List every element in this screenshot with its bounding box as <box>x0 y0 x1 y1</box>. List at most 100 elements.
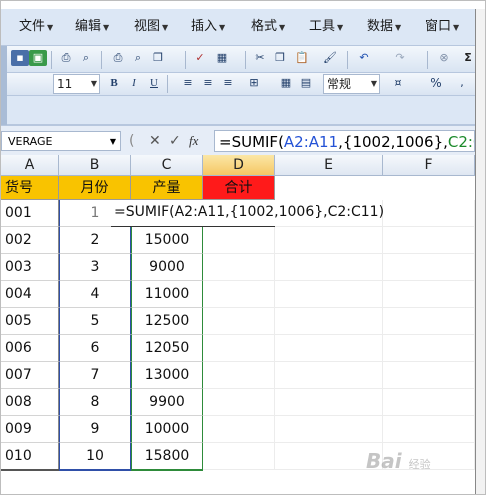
print-preview-icon[interactable]: ⎙ <box>57 50 75 66</box>
italic-button[interactable]: I <box>125 75 143 91</box>
hyperlink-icon[interactable]: ⊗ <box>435 50 453 66</box>
align-right-icon[interactable]: ≡ <box>219 75 237 91</box>
border-icon[interactable]: ▦ <box>277 75 295 91</box>
number-format-combo[interactable]: 常规 ▼ <box>323 74 380 94</box>
cell-e[interactable] <box>275 335 383 362</box>
cell-f[interactable] <box>383 227 475 254</box>
cell-f[interactable] <box>383 335 475 362</box>
cell-total[interactable] <box>203 362 275 389</box>
cell-f[interactable] <box>383 200 475 227</box>
permission-icon[interactable]: ▣ <box>29 50 47 66</box>
cell-e[interactable] <box>275 362 383 389</box>
undo-icon[interactable]: ↶ <box>355 50 373 66</box>
column-header-d[interactable]: D <box>203 155 275 176</box>
cell-month[interactable]: 5 <box>59 308 131 335</box>
cell-output[interactable]: 15800 <box>131 443 203 470</box>
insert-function-button[interactable]: fx <box>189 132 198 150</box>
cell-item-no[interactable]: 007 <box>1 362 59 389</box>
header-cell-total[interactable]: 合计 <box>203 176 275 200</box>
cell-f[interactable] <box>383 254 475 281</box>
copy-icon[interactable]: ❐ <box>149 50 167 66</box>
cell-total[interactable] <box>203 281 275 308</box>
cell-month[interactable]: 6 <box>59 335 131 362</box>
cell-month[interactable]: 3 <box>59 254 131 281</box>
align-left-icon[interactable]: ≡ <box>179 75 197 91</box>
cell-e[interactable] <box>275 254 383 281</box>
cell-output[interactable]: 13000 <box>131 362 203 389</box>
cell-total[interactable] <box>203 254 275 281</box>
research-icon[interactable]: ⌕ <box>77 50 95 66</box>
cell-f[interactable] <box>383 389 475 416</box>
cell-item-no[interactable]: 009 <box>1 416 59 443</box>
cell-output[interactable]: 12050 <box>131 335 203 362</box>
cell-output[interactable]: 15000 <box>131 227 203 254</box>
cell-output[interactable]: 11000 <box>131 281 203 308</box>
column-header-b[interactable]: B <box>59 155 131 176</box>
column-header-e[interactable]: E <box>275 155 383 176</box>
preview-icon[interactable]: ⌕ <box>129 50 147 66</box>
research-book-icon[interactable]: ▦ <box>213 50 231 66</box>
paste-icon[interactable]: 📋 <box>293 50 311 66</box>
font-size-combo[interactable]: 11 ▼ <box>53 74 100 94</box>
cell-item-no[interactable]: 002 <box>1 227 59 254</box>
cell-f[interactable] <box>383 362 475 389</box>
column-header-c[interactable]: C <box>131 155 203 176</box>
fill-icon[interactable]: ▤ <box>297 75 315 91</box>
cell-output[interactable]: 9000 <box>131 254 203 281</box>
enter-icon[interactable]: ✓ <box>169 132 181 150</box>
align-center-icon[interactable]: ≡ <box>199 75 217 91</box>
cell-month[interactable]: 4 <box>59 281 131 308</box>
cell-item-no[interactable]: 006 <box>1 335 59 362</box>
cell-item-no[interactable]: 001 <box>1 200 59 227</box>
cell-f[interactable] <box>383 281 475 308</box>
cell-e[interactable] <box>275 308 383 335</box>
cell-total[interactable] <box>203 416 275 443</box>
save-icon[interactable]: ▪ <box>11 50 29 66</box>
cell-total[interactable] <box>203 308 275 335</box>
format-painter-icon[interactable]: 🖌 <box>321 50 339 66</box>
cut-icon[interactable]: ✂ <box>251 50 269 66</box>
cancel-icon[interactable]: ✕ <box>149 132 161 150</box>
cell-total[interactable] <box>203 335 275 362</box>
comma-style-icon[interactable]: , <box>453 75 471 91</box>
cell-month[interactable]: 8 <box>59 389 131 416</box>
cell-f[interactable] <box>383 308 475 335</box>
cell-output[interactable]: 10000 <box>131 416 203 443</box>
cell-e[interactable] <box>275 416 383 443</box>
formula-input[interactable]: =SUMIF(A2:A11,{1002,1006},C2:C11) <box>214 130 475 152</box>
cell-f[interactable] <box>383 416 475 443</box>
menu-window[interactable]: 窗口 ▼ <box>425 9 459 45</box>
menu-format[interactable]: 格式 ▼ <box>251 9 285 45</box>
currency-icon[interactable]: ¤ <box>389 75 407 91</box>
cell-edit-text[interactable]: =SUMIF(A2:A11,{1002,1006},C2:C11) <box>114 201 384 223</box>
cell-month[interactable]: 9 <box>59 416 131 443</box>
name-box[interactable]: VERAGE ▼ <box>1 131 121 151</box>
cell-item-no[interactable]: 004 <box>1 281 59 308</box>
cell-month[interactable]: 7 <box>59 362 131 389</box>
header-cell-item-no[interactable]: 货号 <box>1 176 59 200</box>
header-cell-month[interactable]: 月份 <box>59 176 131 200</box>
menu-view[interactable]: 视图 ▼ <box>134 9 168 45</box>
redo-icon[interactable]: ↷ <box>391 50 409 66</box>
column-header-f[interactable]: F <box>383 155 475 176</box>
cell-item-no[interactable]: 008 <box>1 389 59 416</box>
bold-button[interactable]: B <box>105 75 123 91</box>
cell-e[interactable] <box>275 389 383 416</box>
menu-edit[interactable]: 编辑 ▼ <box>75 9 109 45</box>
cell-e[interactable] <box>275 281 383 308</box>
cell-month[interactable]: 10 <box>59 443 131 470</box>
cell-total[interactable] <box>203 443 275 470</box>
print-icon[interactable]: ⎙ <box>109 50 127 66</box>
cell-month[interactable]: 2 <box>59 227 131 254</box>
cell-item-no[interactable]: 003 <box>1 254 59 281</box>
cell-item-no[interactable]: 010 <box>1 443 59 470</box>
cell-e[interactable] <box>275 227 383 254</box>
menu-data[interactable]: 数据 ▼ <box>367 9 401 45</box>
underline-button[interactable]: U <box>145 75 163 91</box>
percent-button[interactable]: % <box>427 75 445 91</box>
header-cell-output[interactable]: 产量 <box>131 176 203 200</box>
menu-insert[interactable]: 插入 ▼ <box>191 9 225 45</box>
cell-item-no[interactable]: 005 <box>1 308 59 335</box>
cell-total[interactable] <box>203 389 275 416</box>
merge-center-icon[interactable]: ⊞ <box>245 75 263 91</box>
